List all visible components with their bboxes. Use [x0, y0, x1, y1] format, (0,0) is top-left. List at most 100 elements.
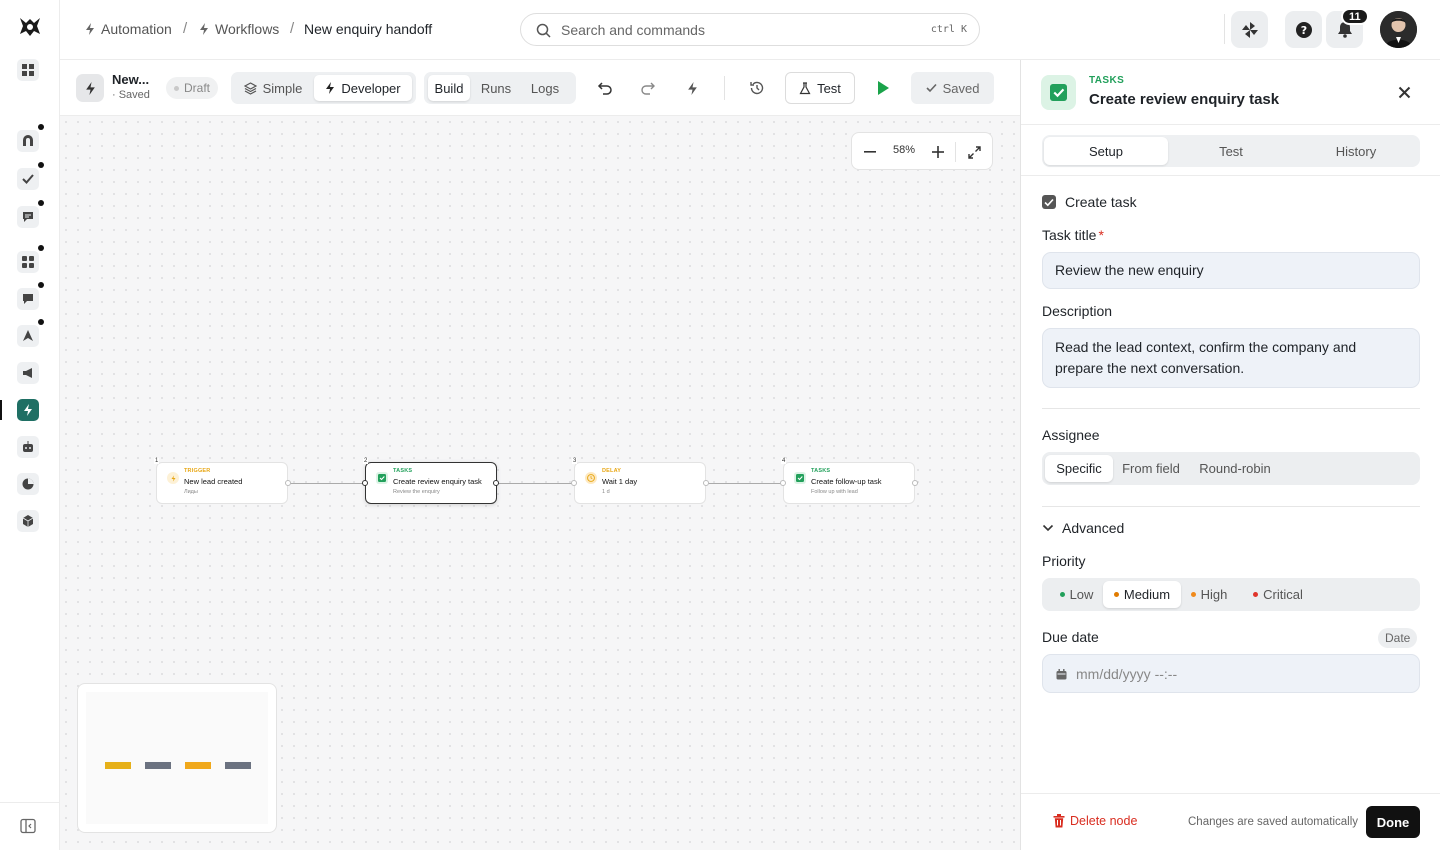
workflow-node-follow-up-task[interactable]: 4 TASKS Create follow-up task Follow up … — [780, 458, 918, 504]
fit-view-icon[interactable] — [964, 142, 984, 162]
tab-setup[interactable]: Setup — [1044, 137, 1168, 165]
bolt-icon — [86, 23, 94, 35]
workflow-canvas[interactable]: 58% 1 TRIGGER New lead created Лиды 2 TA… — [60, 116, 1020, 850]
flask-icon — [799, 81, 811, 94]
edge — [705, 483, 784, 484]
search-icon — [536, 23, 551, 38]
tab-build[interactable]: Build — [428, 75, 470, 101]
breadcrumb-label: Workflows — [215, 21, 280, 37]
workflow-icon[interactable] — [76, 74, 104, 102]
autosave-note: Changes are saved automatically — [1188, 816, 1359, 828]
tab-history[interactable]: History — [1294, 137, 1418, 165]
zoom-out-icon[interactable] — [860, 142, 880, 162]
close-icon[interactable] — [1395, 83, 1413, 101]
search-placeholder: Search and commands — [561, 22, 705, 38]
breadcrumb-label: Automation — [101, 21, 172, 37]
input-port[interactable] — [780, 480, 786, 486]
zoom-level: 58% — [892, 144, 916, 156]
tab-test[interactable]: Test — [1169, 137, 1293, 165]
breadcrumb-automation[interactable]: Automation — [85, 21, 172, 37]
chat-icon[interactable] — [17, 200, 44, 228]
description-field[interactable]: Read the lead context, confirm the compa… — [1042, 328, 1420, 388]
output-port[interactable] — [285, 480, 291, 486]
due-date-field[interactable]: mm/dd/yyyy --:-- — [1042, 654, 1420, 693]
tab-logs[interactable]: Logs — [522, 75, 568, 101]
workflow-node-trigger[interactable]: 1 TRIGGER New lead created Лиды — [154, 458, 291, 504]
workflow-node-create-review-task[interactable]: 2 TASKS Create review enquiry task Revie… — [362, 458, 499, 504]
help-button[interactable]: ? — [1285, 11, 1322, 48]
messages-icon[interactable] — [17, 282, 44, 310]
box-icon[interactable] — [17, 510, 39, 532]
bot-icon[interactable] — [17, 436, 39, 458]
search-input[interactable]: Search and commands ctrl K — [520, 13, 980, 46]
tab-runs[interactable]: Runs — [474, 75, 518, 101]
minimap[interactable] — [77, 683, 277, 833]
panel-category: TASKS — [1089, 75, 1125, 86]
pinwheel-button[interactable] — [1231, 11, 1268, 48]
workflow-node-delay[interactable]: 3 DELAY Wait 1 day 1 d — [571, 458, 709, 504]
help-icon: ? — [1295, 21, 1312, 38]
priority-medium[interactable]: Medium — [1103, 581, 1181, 608]
apps-grid-icon[interactable] — [17, 59, 39, 81]
assignee-switch: Specific From field Round-robin — [1042, 452, 1420, 485]
due-date-label: Due date — [1042, 629, 1099, 645]
input-port[interactable] — [362, 480, 368, 486]
top-bar: Automation / Workflows / New enquiry han… — [60, 0, 1440, 60]
panel-header: TASKS Create review enquiry task — [1021, 60, 1440, 125]
task-title-field[interactable]: Review the new enquiry — [1042, 252, 1420, 289]
assignee-from-field[interactable]: From field — [1115, 455, 1187, 482]
output-port[interactable] — [493, 480, 499, 486]
input-port[interactable] — [571, 480, 577, 486]
zoom-in-icon[interactable] — [928, 142, 948, 162]
trash-icon — [1053, 814, 1065, 828]
megaphone-icon[interactable] — [17, 362, 39, 384]
run-play-icon[interactable] — [873, 78, 893, 98]
magnet-icon[interactable] — [17, 124, 44, 152]
assignee-specific[interactable]: Specific — [1045, 455, 1113, 482]
mode-switch: Simple Developer — [231, 72, 416, 104]
delete-node-button[interactable]: Delete node — [1053, 814, 1137, 828]
pen-icon[interactable] — [17, 319, 44, 347]
app-logo-icon[interactable] — [17, 14, 43, 40]
dashboard-icon[interactable] — [17, 245, 44, 273]
collapse-sidebar-icon[interactable] — [20, 818, 36, 834]
bolt-icon — [200, 23, 208, 35]
undo-icon[interactable] — [595, 78, 615, 98]
due-date-type-badge[interactable]: Date — [1378, 628, 1418, 648]
minimap-node — [185, 762, 211, 769]
workflow-save-status: · Saved — [112, 89, 150, 101]
search-shortcut: ctrl K — [930, 24, 967, 35]
check-icon — [925, 83, 937, 93]
bolt-icon — [326, 82, 335, 94]
advanced-toggle[interactable]: Advanced — [1042, 520, 1124, 536]
saved-button[interactable]: Saved — [911, 72, 994, 104]
redo-icon[interactable] — [638, 78, 658, 98]
calendar-icon — [1056, 669, 1067, 680]
edge — [288, 483, 366, 484]
priority-label: Priority — [1042, 553, 1086, 569]
left-rail — [0, 0, 60, 850]
workflow-name[interactable]: New... — [112, 72, 149, 87]
output-port[interactable] — [912, 480, 918, 486]
done-button[interactable]: Done — [1366, 806, 1420, 838]
auto-layout-bolt-icon[interactable] — [682, 78, 702, 98]
priority-low[interactable]: Low — [1049, 581, 1104, 608]
priority-critical[interactable]: Critical — [1244, 581, 1312, 608]
minimap-node — [105, 762, 131, 769]
mode-simple[interactable]: Simple — [235, 75, 311, 101]
breadcrumb-workflows[interactable]: Workflows — [199, 21, 279, 37]
mode-developer[interactable]: Developer — [314, 75, 412, 101]
history-icon[interactable] — [747, 78, 767, 98]
chevron-down-icon — [1042, 524, 1054, 532]
analytics-pie-icon[interactable] — [17, 473, 39, 495]
avatar[interactable] — [1380, 11, 1417, 48]
create-task-checkbox[interactable] — [1042, 195, 1056, 209]
automation-bolt-icon[interactable] — [17, 399, 39, 421]
output-port[interactable] — [703, 480, 709, 486]
task-check-icon — [376, 472, 388, 484]
check-icon[interactable] — [17, 162, 44, 190]
priority-high[interactable]: High — [1184, 581, 1234, 608]
assignee-round-robin[interactable]: Round-robin — [1189, 455, 1281, 482]
test-button[interactable]: Test — [785, 72, 855, 104]
clock-icon — [585, 472, 597, 484]
